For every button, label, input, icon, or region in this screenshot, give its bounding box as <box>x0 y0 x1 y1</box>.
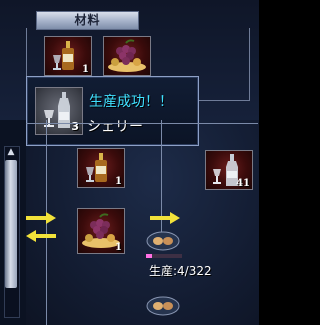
result-item-slot: 3 <box>35 87 83 135</box>
material-slot-1[interactable]: 1 <box>44 36 92 76</box>
production-success-tooltip: 3 生産成功！！ シェリー <box>26 76 199 146</box>
queue-count-3: 41 <box>236 178 250 189</box>
grapes-icon <box>108 39 146 72</box>
tooltip-title: 生産成功！！ <box>89 94 173 110</box>
queue-count-1: 1 <box>115 176 122 187</box>
arrow-right-icon <box>26 212 56 224</box>
material-count-1: 1 <box>82 64 89 75</box>
ingot-icon-2 <box>146 296 180 316</box>
arrow-right-icon-2 <box>150 212 180 224</box>
queue-slot-2[interactable]: 1 <box>77 208 125 254</box>
production-window: 材料 1 3 生産成功！！ シェリー ▲ 1 1 41 生産:4/322 <box>0 0 259 325</box>
production-progress-fill <box>146 254 152 258</box>
divider-line <box>26 123 258 124</box>
queue-slot-1[interactable]: 1 <box>77 148 125 188</box>
scrollbar-thumb[interactable] <box>5 160 17 288</box>
production-count-label: 生産:4/322 <box>149 264 212 278</box>
ingot-icon <box>146 231 180 251</box>
queue-slot-3[interactable]: 41 <box>205 150 253 190</box>
arrow-left-icon <box>26 230 56 242</box>
result-count: 3 <box>71 120 79 133</box>
tooltip-item-name: シェリー <box>87 119 143 135</box>
scroll-up-icon[interactable]: ▲ <box>4 146 18 158</box>
queue-count-2: 1 <box>115 242 122 253</box>
material-slot-2[interactable] <box>103 36 151 76</box>
